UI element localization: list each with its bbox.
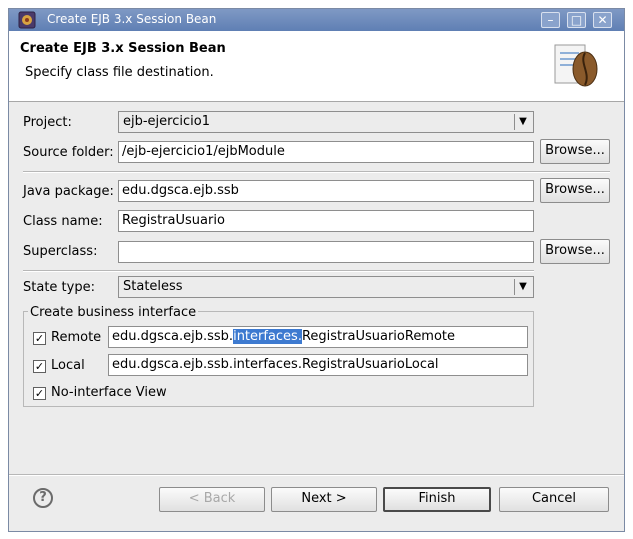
- wizard-title: Create EJB 3.x Session Bean: [20, 41, 226, 56]
- window-title: Create EJB 3.x Session Bean: [47, 12, 217, 26]
- remote-value-suffix: RegistraUsuarioRemote: [301, 329, 456, 344]
- next-button[interactable]: Next >: [271, 487, 377, 512]
- java-package-field[interactable]: edu.dgsca.ejb.ssb: [118, 180, 534, 202]
- remote-value-prefix: edu.dgsca.ejb.ssb.: [112, 329, 234, 344]
- source-folder-label: Source folder:: [23, 145, 114, 160]
- remote-label: Remote: [51, 330, 102, 345]
- remote-checkbox[interactable]: ✓: [33, 332, 46, 345]
- superclass-browse-button[interactable]: Browse...: [540, 239, 610, 264]
- local-label: Local: [51, 358, 85, 373]
- separator: [9, 474, 624, 476]
- java-package-browse-button[interactable]: Browse...: [540, 178, 610, 203]
- state-type-label: State type:: [23, 280, 95, 295]
- source-folder-field[interactable]: /ejb-ejercicio1/ejbModule: [118, 141, 534, 163]
- help-icon[interactable]: ?: [33, 488, 53, 508]
- no-interface-checkbox[interactable]: ✓: [33, 387, 46, 400]
- chevron-down-icon[interactable]: ▼: [514, 279, 531, 295]
- local-interface-field[interactable]: edu.dgsca.ejb.ssb.interfaces.RegistraUsu…: [108, 354, 528, 376]
- remote-interface-field[interactable]: edu.dgsca.ejb.ssb.interfaces.RegistraUsu…: [108, 326, 528, 348]
- title-bar[interactable]: Create EJB 3.x Session Bean – □ ✕: [9, 9, 624, 31]
- project-combo[interactable]: ejb-ejercicio1 ▼: [118, 111, 534, 133]
- source-folder-browse-button[interactable]: Browse...: [540, 139, 610, 164]
- maximize-icon[interactable]: □: [567, 12, 586, 28]
- back-button[interactable]: < Back: [159, 487, 265, 512]
- app-icon: [18, 11, 36, 29]
- remote-value-selection: interfaces.: [233, 329, 302, 344]
- class-name-label: Class name:: [23, 214, 103, 229]
- wizard-header: Create EJB 3.x Session Bean Specify clas…: [9, 31, 624, 102]
- close-icon[interactable]: ✕: [593, 12, 612, 28]
- minimize-icon[interactable]: –: [541, 12, 560, 28]
- superclass-field[interactable]: [118, 241, 534, 263]
- class-name-field[interactable]: RegistraUsuario: [118, 210, 534, 232]
- coffee-bean-icon: [554, 44, 598, 87]
- business-interface-group-label: Create business interface: [28, 305, 199, 320]
- java-package-label: Java package:: [23, 184, 114, 199]
- local-checkbox[interactable]: ✓: [33, 360, 46, 373]
- separator: [23, 270, 534, 272]
- no-interface-label: No-interface View: [51, 385, 167, 400]
- state-type-value: Stateless: [123, 279, 183, 294]
- chevron-down-icon[interactable]: ▼: [514, 114, 531, 130]
- cancel-button[interactable]: Cancel: [499, 487, 609, 512]
- finish-button[interactable]: Finish: [383, 487, 491, 512]
- project-value: ejb-ejercicio1: [123, 114, 210, 129]
- dialog-window: Create EJB 3.x Session Bean – □ ✕ Create…: [8, 8, 625, 532]
- business-interface-group: Create business interface ✓ Remote edu.d…: [23, 305, 534, 407]
- state-type-combo[interactable]: Stateless ▼: [118, 276, 534, 298]
- project-label: Project:: [23, 115, 72, 130]
- superclass-label: Superclass:: [23, 244, 98, 259]
- wizard-subtitle: Specify class file destination.: [25, 65, 214, 80]
- separator: [23, 171, 610, 173]
